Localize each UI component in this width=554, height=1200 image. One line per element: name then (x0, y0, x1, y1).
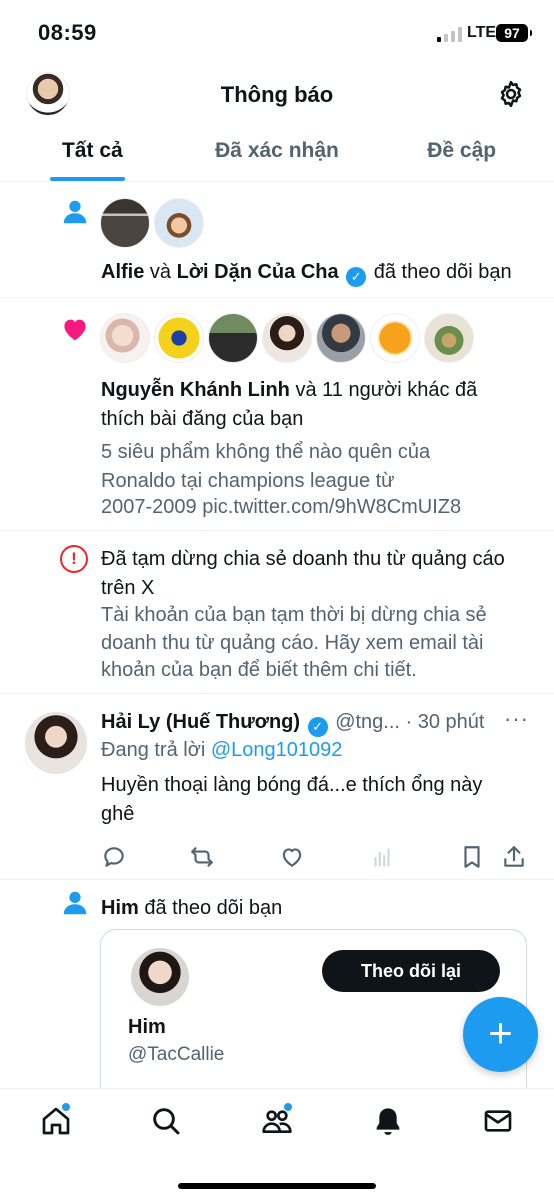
alert-body: Tài khoản của bạn tạm thời bị dừng chia … (101, 604, 487, 626)
battery-icon: 97 (496, 24, 532, 42)
header: Thông báo (0, 66, 554, 124)
avatar[interactable] (25, 712, 87, 774)
share-icon[interactable] (501, 844, 527, 870)
notification-dot (62, 1103, 70, 1111)
avatar[interactable] (154, 198, 204, 248)
notification-follow[interactable]: Alfie và Lời Dặn Của Cha ✓ đã theo dõi b… (0, 183, 554, 298)
compose-button[interactable]: + (463, 997, 538, 1072)
follow-back-button[interactable]: Theo dõi lại (322, 950, 500, 992)
notification-alert[interactable]: ! Đã tạm dừng chia sẻ doanh thu từ quảng… (0, 531, 554, 694)
status-time: 08:59 (38, 20, 97, 45)
more-icon[interactable]: ··· (504, 706, 529, 732)
heart-icon (64, 319, 86, 341)
verified-badge-icon: ✓ (346, 267, 367, 287)
tweet-text: Huyền thoại làng bóng đá...e thích ổng n… (101, 774, 483, 796)
action-text: đã theo dõi bạn (144, 897, 283, 919)
avatar[interactable] (100, 313, 150, 363)
alert-title: trên X (101, 577, 155, 599)
avatar[interactable] (100, 198, 150, 248)
network-label: LTE (467, 24, 497, 41)
retweet-icon[interactable] (189, 844, 215, 870)
avatar[interactable] (208, 313, 258, 363)
tab-mentions[interactable]: Đề cập (369, 124, 554, 181)
avatar[interactable] (154, 313, 204, 363)
notification-reply[interactable]: Hải Ly (Huế Thương) ✓ @tng... · 30 phút … (0, 694, 554, 880)
follower-name[interactable]: Him (101, 897, 139, 919)
avatar[interactable] (424, 313, 474, 363)
card-name[interactable]: Him (128, 1016, 166, 1039)
alert-title: Đã tạm dừng chia sẻ doanh thu từ quảng c… (101, 548, 505, 570)
post-preview-line: 5 siêu phẩm không thể nào quên của (101, 441, 431, 463)
follower-name[interactable]: Lời Dặn Của Cha (177, 261, 339, 283)
post-preview-line: 2007-2009 pic.twitter.com/9hW8CmUIZ8 (101, 496, 462, 518)
tab-verified[interactable]: Đã xác nhận (185, 124, 370, 181)
tweet-actions (101, 844, 527, 874)
action-text: đã theo dõi bạn (373, 261, 512, 283)
avatar[interactable] (131, 948, 189, 1006)
person-icon (63, 200, 87, 224)
home-indicator (178, 1183, 376, 1189)
avatar[interactable] (262, 313, 312, 363)
alert-icon: ! (60, 545, 88, 573)
replying-to-link[interactable]: @Long101092 (211, 739, 343, 761)
mail-icon[interactable] (482, 1105, 514, 1137)
gear-icon[interactable] (496, 79, 526, 109)
author-handle[interactable]: @tng... (335, 711, 400, 733)
notification-dot (284, 1103, 292, 1111)
replying-label: Đang trả lời (101, 739, 206, 761)
notification-like[interactable]: Nguyễn Khánh Linh và 11 người khác đã th… (0, 298, 554, 531)
bookmark-icon[interactable] (459, 844, 485, 870)
signal-icon (437, 26, 463, 42)
tab-all[interactable]: Tất cả (0, 124, 185, 181)
author-name[interactable]: Hải Ly (Huế Thương) (101, 711, 300, 733)
tweet-text: ghê (101, 803, 135, 825)
page-title: Thông báo (220, 82, 334, 107)
tweet-header: Hải Ly (Huế Thương) ✓ @tng... · 30 phút (101, 708, 484, 737)
post-preview-line: Ronaldo tại champions league từ (101, 470, 395, 492)
person-icon (63, 891, 87, 915)
joiner-text: và (149, 261, 172, 283)
card-handle: @TacCallie (128, 1044, 225, 1065)
tab-bar: Tất cả Đã xác nhận Đề cập (0, 124, 554, 182)
alert-body: doanh thu từ quảng cáo. Hãy xem email tà… (101, 632, 484, 654)
like-icon[interactable] (279, 844, 305, 870)
status-bar: 08:59 LTE 97 (0, 0, 554, 66)
avatar[interactable] (316, 313, 366, 363)
search-icon[interactable] (150, 1105, 182, 1137)
liker-name[interactable]: Nguyễn Khánh Linh (101, 379, 290, 401)
reply-icon[interactable] (101, 844, 127, 870)
bell-icon[interactable] (372, 1105, 404, 1137)
alert-body: khoản của bạn để biết thêm chi tiết. (101, 659, 417, 681)
user-card[interactable]: Theo dõi lại Him @TacCallie (100, 929, 527, 1109)
views-icon[interactable] (369, 844, 395, 870)
tweet-time: · 30 phút (405, 711, 485, 733)
verified-badge-icon: ✓ (307, 717, 328, 737)
avatar[interactable] (370, 313, 420, 363)
follower-name[interactable]: Alfie (101, 261, 144, 283)
